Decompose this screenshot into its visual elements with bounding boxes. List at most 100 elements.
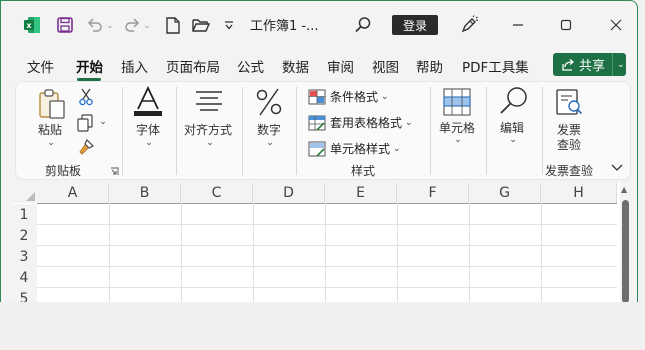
cell-styles-button[interactable]: 单元格样式 ⌄ xyxy=(308,140,401,157)
new-file-icon[interactable] xyxy=(165,13,181,37)
editing-label[interactable]: 编辑 xyxy=(500,119,524,136)
header-border xyxy=(37,203,617,204)
copy-icon[interactable] xyxy=(76,114,94,132)
column-header[interactable]: E xyxy=(325,183,397,203)
open-folder-icon[interactable] xyxy=(192,13,210,37)
column-header[interactable]: F xyxy=(397,183,469,203)
clipboard-group-label: 剪贴板 xyxy=(45,164,82,178)
alignment-label[interactable]: 对齐方式 xyxy=(184,121,232,138)
invoice-group-label: 发票查验 xyxy=(545,164,594,178)
ribbon-separator xyxy=(122,87,123,175)
format-as-table-label: 套用表格格式 xyxy=(330,116,403,130)
grid-line xyxy=(109,203,110,302)
grid-line xyxy=(37,266,617,267)
ribbon-separator xyxy=(176,87,177,175)
grid-line xyxy=(253,203,254,302)
font-icon[interactable] xyxy=(132,86,164,118)
document-title: 工作簿1 -... xyxy=(250,19,319,34)
invoice-label-line2[interactable]: 查验 xyxy=(557,136,581,153)
grid-line xyxy=(181,203,182,302)
redo-icon[interactable] xyxy=(122,13,142,37)
undo-icon[interactable] xyxy=(85,13,105,37)
font-dropdown-icon[interactable]: ⌄ xyxy=(143,138,155,148)
tab-pdf-tools[interactable]: PDF工具集 xyxy=(462,56,529,76)
row-header[interactable]: 1 xyxy=(11,204,37,225)
alignment-icon[interactable] xyxy=(193,88,225,114)
ribbon-separator xyxy=(542,87,543,175)
ribbon-separator xyxy=(242,87,243,175)
number-format-icon[interactable] xyxy=(254,86,284,118)
search-icon[interactable] xyxy=(353,13,373,37)
column-header[interactable]: G xyxy=(469,183,541,203)
scroll-up-arrow-icon[interactable]: ▲ xyxy=(621,185,627,194)
tab-help[interactable]: 帮助 xyxy=(416,56,443,76)
conditional-format-icon xyxy=(308,89,326,105)
login-button[interactable]: 登录 xyxy=(392,15,438,35)
row-header[interactable]: 3 xyxy=(11,246,37,267)
column-header[interactable]: C xyxy=(181,183,253,203)
number-dropdown-icon[interactable]: ⌄ xyxy=(264,138,276,148)
copy-dropdown-icon[interactable]: ⌄ xyxy=(98,117,108,127)
cells-label[interactable]: 单元格 xyxy=(439,119,475,136)
column-header[interactable]: D xyxy=(253,183,325,203)
ribbon-separator xyxy=(486,87,487,175)
paste-dropdown-icon[interactable]: ⌄ xyxy=(45,138,57,148)
grid-line xyxy=(37,224,617,225)
styles-group-label: 样式 xyxy=(351,164,376,178)
grid-line xyxy=(37,245,617,246)
number-label[interactable]: 数字 xyxy=(257,121,281,138)
customize-qat-icon[interactable] xyxy=(221,13,237,37)
save-icon[interactable] xyxy=(56,13,74,37)
maximize-icon[interactable] xyxy=(554,13,578,37)
editing-search-icon[interactable] xyxy=(497,85,531,117)
format-as-table-icon xyxy=(308,115,326,131)
invoice-check-icon[interactable] xyxy=(553,88,585,118)
worksheet-grid[interactable]: A B C D E F G H 1 2 3 4 5 ▲ xyxy=(11,183,629,302)
minimize-icon[interactable] xyxy=(506,13,530,37)
editing-dropdown-icon[interactable]: ⌄ xyxy=(507,135,519,145)
grid-line xyxy=(469,203,470,302)
cells-dropdown-icon[interactable]: ⌄ xyxy=(452,135,464,145)
conditional-format-label: 条件格式 xyxy=(330,90,379,104)
conditional-format-button[interactable]: 条件格式 ⌄ xyxy=(308,88,389,105)
pen-icon[interactable] xyxy=(459,13,479,37)
ribbon-separator xyxy=(430,87,431,175)
column-header[interactable]: A xyxy=(37,183,109,203)
font-label[interactable]: 字体 xyxy=(136,121,160,138)
cut-icon[interactable] xyxy=(78,88,94,106)
grid-line xyxy=(541,203,542,302)
tab-file[interactable]: 文件 xyxy=(27,56,54,76)
tab-data[interactable]: 数据 xyxy=(282,56,309,76)
share-button[interactable]: 共享 ⌄ xyxy=(553,53,626,76)
collapse-ribbon-icon[interactable] xyxy=(610,162,624,174)
select-all-corner[interactable] xyxy=(11,183,37,203)
excel-window: x ⌄ ⌄ 工作簿1 -... 登录 文件 开始 插入 页面布局 公式 数据 审… xyxy=(0,0,638,302)
tab-formulas[interactable]: 公式 xyxy=(237,56,264,76)
tab-review[interactable]: 审阅 xyxy=(327,56,354,76)
undo-dropdown-icon[interactable]: ⌄ xyxy=(105,13,115,37)
alignment-dropdown-icon[interactable]: ⌄ xyxy=(204,138,216,148)
grid-line xyxy=(37,287,617,288)
column-header[interactable]: B xyxy=(109,183,181,203)
row-header[interactable]: 5 xyxy=(11,288,37,302)
column-header[interactable]: H xyxy=(541,183,617,203)
format-as-table-button[interactable]: 套用表格格式 ⌄ xyxy=(308,114,413,131)
share-icon xyxy=(561,58,575,72)
redo-dropdown-icon[interactable]: ⌄ xyxy=(142,13,152,37)
scrollbar-thumb[interactable] xyxy=(622,200,629,302)
cells-icon[interactable] xyxy=(442,88,472,116)
chevron-down-icon: ⌄ xyxy=(393,143,401,154)
tab-page-layout[interactable]: 页面布局 xyxy=(166,56,220,76)
paste-icon[interactable] xyxy=(36,88,68,120)
clipboard-launcher-icon[interactable] xyxy=(110,167,119,176)
share-divider xyxy=(612,53,614,76)
tab-insert[interactable]: 插入 xyxy=(121,56,148,76)
paste-label[interactable]: 粘贴 xyxy=(38,121,62,138)
tab-home[interactable]: 开始 xyxy=(76,56,103,76)
share-dropdown-icon[interactable]: ⌄ xyxy=(617,60,625,70)
close-icon[interactable] xyxy=(604,13,628,37)
format-painter-icon[interactable] xyxy=(77,138,95,156)
tab-view[interactable]: 视图 xyxy=(372,56,399,76)
row-header[interactable]: 4 xyxy=(11,267,37,288)
row-header[interactable]: 2 xyxy=(11,225,37,246)
